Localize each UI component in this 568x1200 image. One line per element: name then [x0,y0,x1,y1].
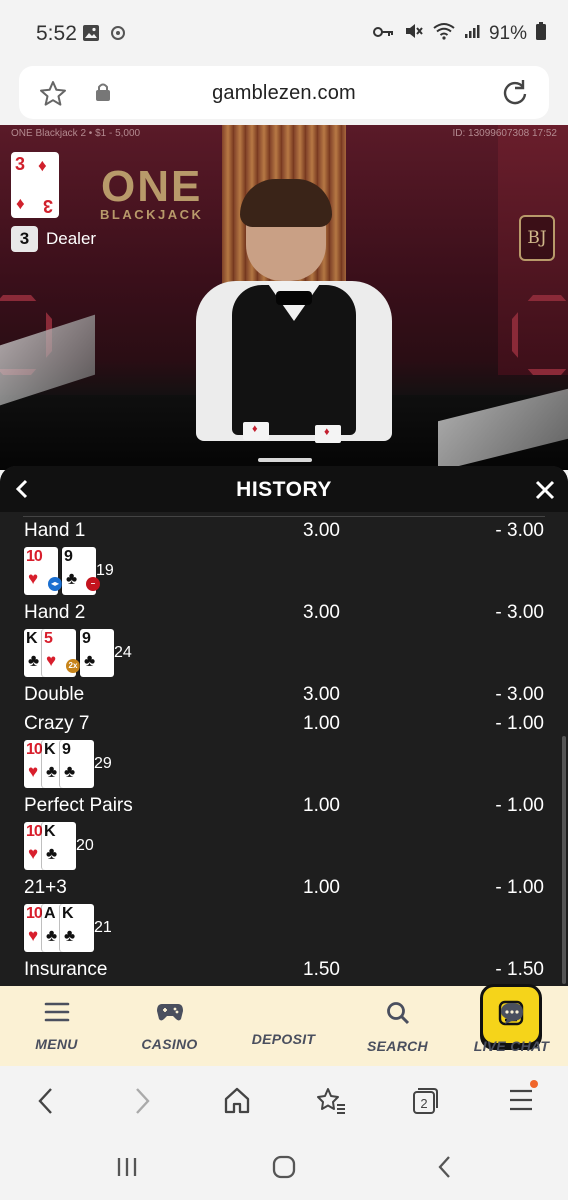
signal-icon [464,23,480,45]
history-row-21-plus-3: 21+3 1.00 - 1.00 [24,877,544,898]
stand-chip-icon: – [86,577,100,591]
hand-total: 20 [76,837,94,854]
hand-total: 21 [94,919,112,936]
playing-card: 9 ♣ [60,740,94,788]
double-chip-icon: 2x [66,659,80,673]
nav-deposit[interactable]: DEPOSIT [227,984,542,1047]
perfect-pairs-cards: 10 ♥ K ♣ 20 [24,821,94,871]
playing-card: 10 ♥ ◂▸ [24,547,62,595]
notification-dot [530,1080,538,1088]
playing-card: 9 ♣ – [62,547,100,595]
history-panel: HISTORY Hand 1 3.00 - 3.00 10 ♥ ◂▸ 9 ♣ – 19 … [0,466,568,986]
recents-icon[interactable] [114,1154,140,1185]
status-time: 5:52 [36,22,77,45]
battery-icon [536,22,546,46]
nav-search[interactable]: SEARCH [341,1001,454,1054]
dealer-score-value: 3 [11,226,38,252]
dealer-figure [196,179,392,445]
playing-card: K ♣ [42,822,76,870]
gamepad-icon [156,1004,184,1027]
dealer-score: 3 Dealer [11,225,96,253]
split-chip-icon: ◂▸ [48,577,62,591]
nav-live-chat[interactable]: LIVE CHAT [455,1001,568,1054]
settings-icon [110,25,126,46]
hamburger-icon [44,1002,70,1027]
table-info: ONE Blackjack 2 • $1 - 5,000 [11,128,141,139]
browser-toolbar: 2 [0,1066,568,1136]
history-row-crazy-7: Crazy 7 1.00 - 1.00 [24,713,544,734]
history-row-double: Double 3.00 - 3.00 [24,684,544,705]
mute-icon [404,22,424,46]
browser-menu-icon[interactable] [508,1080,538,1119]
hand-total: 19 [96,562,114,579]
system-navigation [0,1136,568,1200]
bottom-nav: MENU CASINO DEPOSIT SEARCH LIVE CHAT [0,984,568,1066]
hand-2-cards: K ♣ 5 ♥ 2x 9 ♣ 24 [24,628,132,678]
playing-card: 9 ♣ [80,629,114,677]
battery-percent: 91% [488,23,527,44]
home-icon[interactable] [222,1086,252,1121]
history-header: HISTORY [0,466,568,512]
svg-text:2: 2 [420,1096,427,1111]
hand-total: 24 [114,644,132,661]
playing-card: 5 ♥ 2x [42,629,80,677]
crazy-7-cards: 10 ♥ K ♣ 9 ♣ 29 [24,739,112,789]
status-bar: 5:52 91% [0,0,568,66]
history-row-insurance: Insurance 1.50 - 1.50 [24,959,544,980]
chat-bubble-icon [499,1003,525,1029]
history-row-hand-2: Hand 2 3.00 - 3.00 [24,602,544,623]
hand-total: 29 [94,755,112,772]
bookmarks-icon[interactable] [315,1086,347,1121]
system-back-icon[interactable] [432,1154,458,1185]
panel-drag-handle[interactable] [258,458,312,462]
one-blackjack-logo: ONE BLACKJACK [100,162,204,223]
scrollbar[interactable] [562,736,566,984]
nav-casino[interactable]: CASINO [113,1001,226,1052]
dealer-card: 3 ♦ ♦ 3 [11,152,59,218]
game-id: ID: 13099607308 17:52 [452,128,557,139]
playing-card: K ♣ [60,904,94,952]
tabs-icon[interactable]: 2 [410,1086,440,1121]
gallery-icon [82,24,100,47]
nav-menu[interactable]: MENU [0,1001,113,1052]
key-icon [372,23,395,45]
21-plus-3-cards: 10 ♥ A ♣ K ♣ 21 [24,903,112,953]
history-title: HISTORY [236,478,332,501]
home-button-icon[interactable] [270,1154,298,1185]
history-row-perfect-pairs: Perfect Pairs 1.00 - 1.00 [24,795,544,816]
back-icon[interactable] [34,1086,58,1121]
url-text[interactable]: gamblezen.com [19,82,549,105]
bj-badge[interactable]: BJ [519,215,555,261]
wifi-icon [433,22,455,46]
history-row-hand-1: Hand 1 3.00 - 3.00 [24,520,544,541]
forward-icon[interactable] [130,1086,154,1121]
dealer-label: Dealer [46,229,97,248]
address-bar[interactable]: gamblezen.com [19,66,549,119]
hand-1-cards: 10 ♥ ◂▸ 9 ♣ – 19 [24,546,114,596]
reload-icon[interactable] [501,78,529,111]
close-icon[interactable] [534,479,556,506]
live-dealer-video: ONE Blackjack 2 • $1 - 5,000 ID: 1309960… [0,125,568,470]
search-icon [386,1002,410,1029]
